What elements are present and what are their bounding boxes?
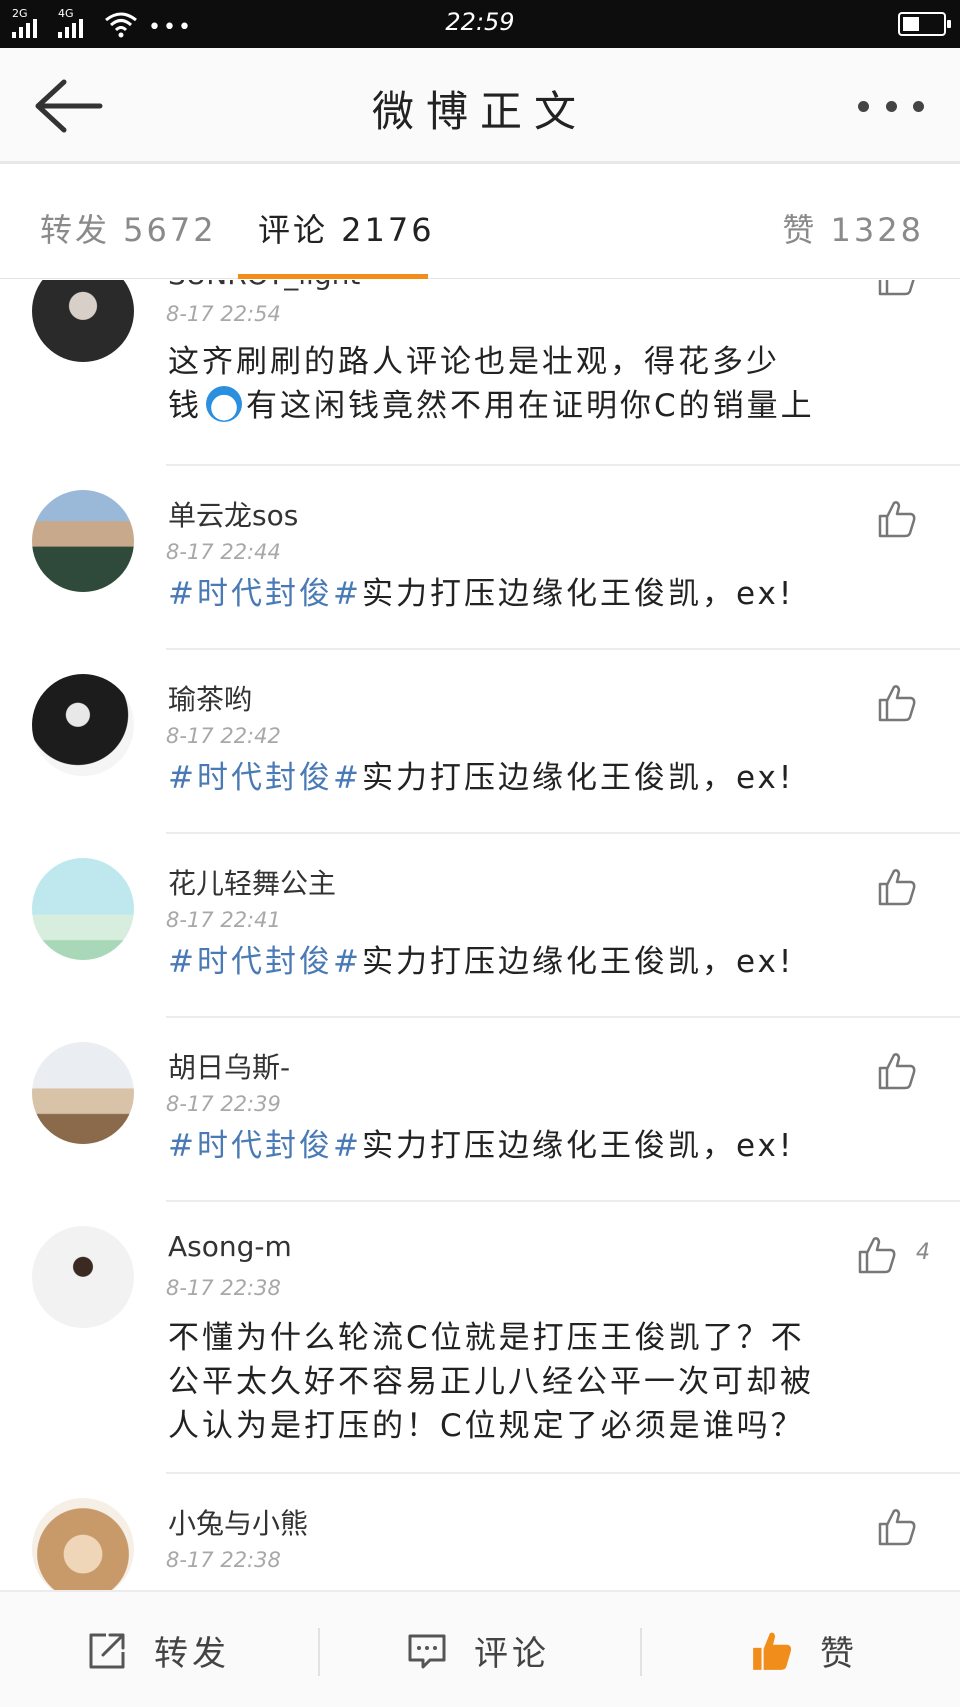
- tab-bar: 转发 5672 评论 2176 赞 1328: [0, 167, 960, 279]
- repost-button[interactable]: 转发: [86, 1592, 230, 1707]
- comment-text-segment: 钱: [168, 388, 202, 424]
- comment-text-segment: 实力打压边缘化王俊凯，ex!: [361, 1128, 795, 1164]
- comment-time: 8-17 22:38: [166, 1276, 281, 1300]
- comment-text-segment: 实力打压边缘化王俊凯，ex!: [361, 576, 795, 612]
- comment-time: 8-17 22:44: [166, 540, 281, 564]
- comment-text: #时代封俊#实力打压边缘化王俊凯，ex!: [168, 940, 938, 984]
- thumb-up-icon[interactable]: [876, 498, 918, 540]
- comment-username[interactable]: Asong-m: [168, 1230, 292, 1263]
- comment-button[interactable]: 评论: [406, 1592, 550, 1707]
- comment-label: 评论: [474, 1634, 550, 1674]
- comment-time: 8-17 22:42: [166, 724, 281, 748]
- comment-username[interactable]: 花儿轻舞公主: [168, 862, 336, 902]
- comment-item: 单云龙sos 8-17 22:44 #时代封俊#实力打压边缘化王俊凯，ex!: [0, 466, 960, 650]
- share-icon: [89, 1633, 125, 1668]
- comment-text-segment: 实力打压边缘化王俊凯，ex!: [361, 944, 795, 980]
- avatar[interactable]: [32, 674, 134, 776]
- comment-username[interactable]: 单云龙sos: [168, 494, 298, 534]
- active-tab-indicator: [238, 274, 428, 279]
- comment-list[interactable]: SUNROY_light 8-17 22:54 这齐刷刷的路人评论也是壮观，得花…: [0, 280, 960, 1590]
- page-title: 微博正文: [371, 87, 588, 136]
- like-label: 赞: [820, 1634, 858, 1674]
- status-time: 22:59: [445, 8, 515, 36]
- status-bar: 2G 4G ••• 22:59: [0, 0, 960, 48]
- comment-text-line: 人认为是打压的！C位规定了必须是谁吗？: [168, 1408, 805, 1444]
- avatar[interactable]: [32, 858, 134, 960]
- hashtag-link[interactable]: #时代封俊#: [168, 760, 362, 796]
- avatar[interactable]: [32, 1042, 134, 1144]
- like-count: 4: [916, 1240, 930, 1265]
- comment-time: 8-17 22:41: [166, 908, 281, 932]
- tab-repost[interactable]: 转发 5672: [40, 205, 217, 251]
- comment-text: #时代封俊#实力打压边缘化王俊凯，ex!: [168, 572, 938, 616]
- comment-item: 胡日乌斯- 8-17 22:39 #时代封俊#实力打压边缘化王俊凯，ex!: [0, 1018, 960, 1202]
- comment-text: 这齐刷刷的路人评论也是壮观，得花多少 钱 有这闲钱竟然不用在证明你C的销量上: [168, 340, 938, 428]
- hashtag-link[interactable]: #时代封俊#: [168, 1128, 362, 1164]
- comment-text: 不懂为什么轮流C位就是打压王俊凯了？不 公平太久好不容易正儿八经公平一次可却被 …: [168, 1316, 938, 1448]
- more-options-button[interactable]: [858, 94, 924, 118]
- avatar[interactable]: [32, 1498, 134, 1590]
- like-button[interactable]: 赞: [750, 1592, 858, 1707]
- comment-item: Asong-m 8-17 22:38 不懂为什么轮流C位就是打压王俊凯了？不 公…: [0, 1202, 960, 1474]
- nav-bar: 微博正文: [0, 48, 960, 164]
- tab-like[interactable]: 赞 1328: [782, 205, 924, 251]
- comment-item: 小兔与小熊 8-17 22:38: [0, 1474, 960, 1590]
- comment-text-segment: 有这闲钱竟然不用在证明你C的销量上: [246, 388, 815, 424]
- thumb-up-icon[interactable]: [876, 1506, 918, 1548]
- comment-username[interactable]: SUNROY_light: [168, 280, 360, 291]
- comment-item: 瑜茶哟 8-17 22:42 #时代封俊#实力打压边缘化王俊凯，ex!: [0, 650, 960, 834]
- comment-username[interactable]: 胡日乌斯-: [168, 1046, 290, 1086]
- comment-text-line: 公平太久好不容易正儿八经公平一次可却被: [168, 1364, 814, 1400]
- bottom-toolbar: 转发 评论 赞: [0, 1590, 960, 1707]
- comment-username[interactable]: 瑜茶哟: [168, 678, 252, 718]
- toolbar-divider: [318, 1628, 320, 1676]
- comment-text-line: 钱 有这闲钱竟然不用在证明你C的销量上: [168, 384, 938, 428]
- comment-text-line: 不懂为什么轮流C位就是打压王俊凯了？不: [168, 1320, 805, 1356]
- comment-item: SUNROY_light 8-17 22:54 这齐刷刷的路人评论也是壮观，得花…: [0, 280, 960, 466]
- doraemon-emoji-icon: [206, 386, 242, 422]
- comment-text: #时代封俊#实力打压边缘化王俊凯，ex!: [168, 1124, 938, 1168]
- repost-label: 转发: [154, 1634, 230, 1674]
- battery-icon: [898, 12, 951, 36]
- avatar[interactable]: [32, 490, 134, 592]
- thumb-up-icon[interactable]: [876, 1050, 918, 1092]
- comment-item: 花儿轻舞公主 8-17 22:41 #时代封俊#实力打压边缘化王俊凯，ex!: [0, 834, 960, 1018]
- comment-bubble-icon: [408, 1634, 446, 1668]
- toolbar-divider: [640, 1628, 642, 1676]
- thumb-up-icon[interactable]: [876, 280, 918, 298]
- thumb-up-icon[interactable]: [876, 866, 918, 908]
- comment-text-line: 这齐刷刷的路人评论也是壮观，得花多少: [168, 344, 780, 380]
- avatar[interactable]: [32, 280, 134, 362]
- comment-text-segment: 实力打压边缘化王俊凯，ex!: [361, 760, 795, 796]
- thumb-up-icon[interactable]: [856, 1234, 898, 1276]
- comment-time: 8-17 22:54: [166, 302, 281, 326]
- comment-text: #时代封俊#实力打压边缘化王俊凯，ex!: [168, 756, 938, 800]
- comment-time: 8-17 22:38: [166, 1548, 281, 1572]
- comment-time: 8-17 22:39: [166, 1092, 281, 1116]
- avatar[interactable]: [32, 1226, 134, 1328]
- hashtag-link[interactable]: #时代封俊#: [168, 944, 362, 980]
- hashtag-link[interactable]: #时代封俊#: [168, 576, 362, 612]
- thumb-up-icon[interactable]: [876, 682, 918, 724]
- thumb-up-filled-icon: [753, 1632, 792, 1670]
- comment-username[interactable]: 小兔与小熊: [168, 1502, 308, 1542]
